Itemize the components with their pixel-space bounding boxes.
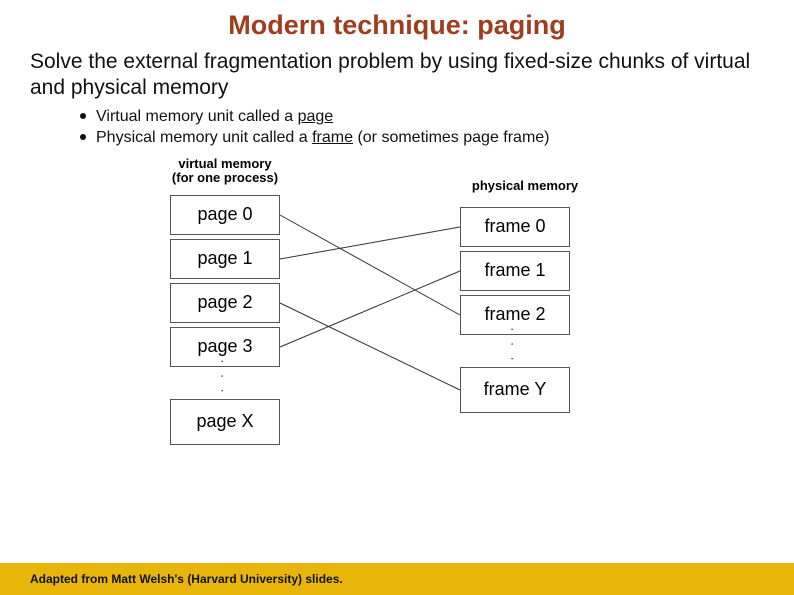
vm-column: page 0 page 1 page 2 page 3 . . . page X (170, 195, 280, 449)
bullet-dot-icon (80, 113, 86, 119)
slide-subtitle: Solve the external fragmentation problem… (0, 41, 794, 108)
bullet-dot-icon (80, 134, 86, 140)
vm-cell-last: page X (170, 399, 280, 445)
vm-ellipsis: . . . (170, 371, 280, 399)
vm-cell: page 1 (170, 239, 280, 279)
footer-credit: Adapted from Matt Welsh's (Harvard Unive… (0, 563, 794, 595)
vm-column-label: virtual memory (for one process) (160, 157, 290, 187)
pm-cell: frame 0 (460, 207, 570, 247)
paging-diagram: virtual memory (for one process) physica… (0, 157, 794, 517)
pm-column-label: physical memory (460, 179, 590, 194)
bullet-underlined: frame (312, 129, 353, 146)
bullet-list: Virtual memory unit called a page Physic… (0, 108, 794, 147)
bullet-text: Virtual memory unit called a page (96, 108, 333, 126)
vm-cell: page 2 (170, 283, 280, 323)
bullet-item: Virtual memory unit called a page (80, 108, 794, 126)
bullet-text: Physical memory unit called a frame (or … (96, 129, 550, 147)
vm-label-line2: (for one process) (172, 170, 278, 185)
pm-cell: frame 1 (460, 251, 570, 291)
mapping-lines (0, 157, 794, 517)
bullet-suffix: (or sometimes page frame) (353, 129, 550, 146)
vm-label-line1: virtual memory (178, 156, 271, 171)
pm-ellipsis: . . . (460, 339, 570, 367)
pm-column: frame 0 frame 1 frame 2 . . . frame Y (460, 207, 570, 417)
bullet-prefix: Physical memory unit called a (96, 129, 312, 146)
vm-cell: page 0 (170, 195, 280, 235)
bullet-item: Physical memory unit called a frame (or … (80, 129, 794, 147)
bullet-prefix: Virtual memory unit called a (96, 108, 298, 125)
slide-title: Modern technique: paging (0, 0, 794, 41)
pm-cell-last: frame Y (460, 367, 570, 413)
bullet-underlined: page (298, 108, 334, 125)
